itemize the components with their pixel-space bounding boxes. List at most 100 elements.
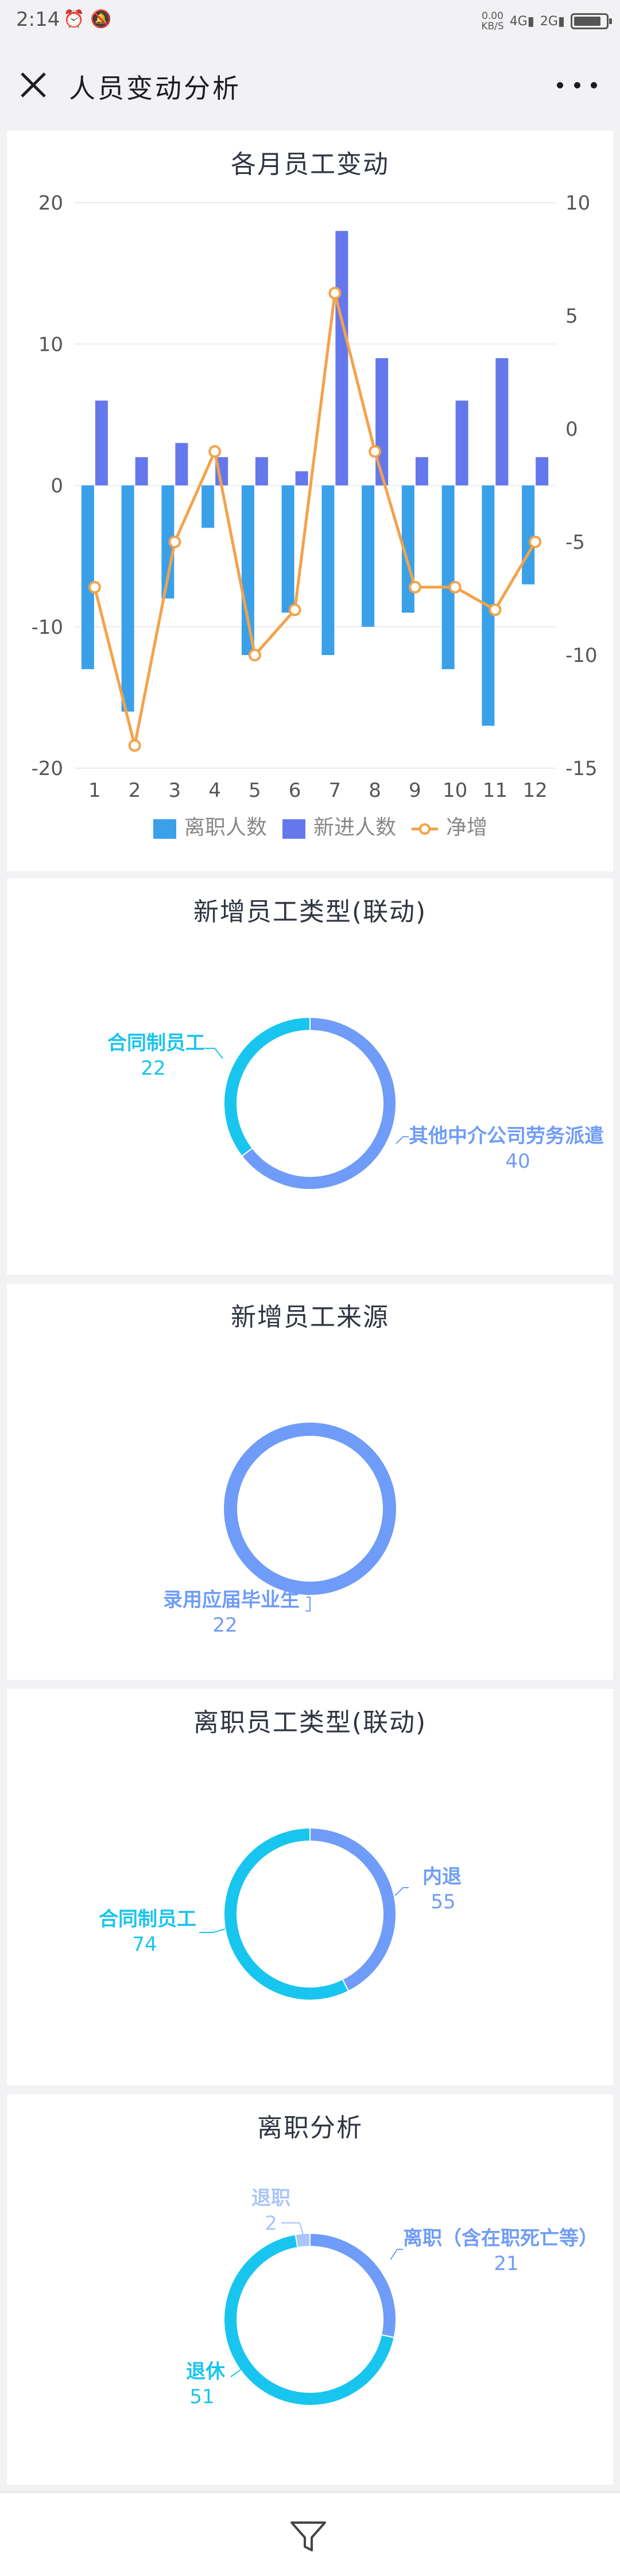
donut-slice [294, 2232, 311, 2248]
legend-label: 新进人数 [313, 816, 396, 839]
legend-label: 净增 [446, 816, 487, 839]
new-source-donut: 录用应届毕业生22 [163, 1423, 396, 1637]
bar-leave [241, 485, 254, 655]
legend-label: 离职人数 [184, 816, 267, 839]
x-tick-label: 11 [483, 779, 507, 802]
x-tick-label: 10 [443, 779, 467, 802]
net-point [168, 536, 181, 548]
net-point [369, 445, 382, 458]
donut-slice [309, 2232, 397, 2338]
net-point [128, 739, 141, 752]
net-point [529, 536, 542, 548]
y-right-tick-label: -15 [565, 757, 598, 780]
close-icon[interactable] [15, 67, 52, 103]
x-tick-label: 4 [208, 779, 221, 802]
net-point [448, 580, 462, 594]
slice-label: 退职 [251, 2187, 290, 2210]
battery-icon [571, 13, 612, 29]
bar-leave [121, 485, 134, 712]
monthly-bar-chart: 20100-10-201050-5-10-151 2 3 4 5 6 7 8 9 10 11 12离职… [31, 192, 598, 839]
new-source-card: 新增员工来源 录用应届毕业生 22 [7, 1284, 613, 1680]
filter-icon[interactable] [288, 2518, 328, 2555]
label-leader [390, 2249, 403, 2260]
bar-new [255, 457, 268, 486]
net-point [408, 580, 421, 594]
donut-slice [224, 1423, 396, 1595]
net-speed: 0.00 KB/S [481, 11, 503, 32]
slice-value: 55 [431, 1891, 455, 1913]
new-type-card: 新增员工类型(联动) 其他中介公司劳务派遣 40 合同制员工 22 [7, 878, 613, 1275]
status-bar: 2:14 ⏰🔕 0.00 KB/S 4G▮ 2G▮ [0, 0, 620, 45]
signal-icon-2: 2G▮ [540, 14, 565, 29]
net-point [208, 445, 222, 458]
title-bar: 人员变动分析 [0, 45, 620, 125]
y-left-tick-label: 0 [51, 475, 63, 498]
bar-leave [321, 485, 335, 655]
alarm-icon: ⏰ [63, 9, 91, 29]
y-right-tick-label: -10 [565, 644, 598, 667]
bar-new [175, 443, 188, 486]
label-leader [281, 2222, 304, 2235]
leave-analysis-card: 离职分析 离职（含在职死亡等） 21 退休 51 退职 2 [7, 2094, 613, 2485]
page-title: 人员变动分析 [69, 73, 241, 104]
leave-analysis-donut: 离职（含在职死亡等）21 退休51 退职2 [186, 2187, 598, 2408]
bar-new [455, 400, 468, 486]
bar-leave [362, 485, 375, 627]
y-left-tick-label: 10 [38, 333, 63, 356]
signal-icon-1: 4G▮ [509, 14, 534, 29]
bar-leave [441, 485, 455, 669]
slice-label: 录用应届毕业生 [163, 1589, 300, 1612]
signal-2-label: 2G [540, 14, 558, 29]
net-line [93, 292, 537, 746]
donut-slice [309, 1827, 397, 1992]
y-left-tick-label: -20 [31, 757, 63, 780]
bar-new [415, 457, 428, 486]
bar-leave [81, 485, 94, 669]
label-leader [305, 1597, 311, 1612]
slice-value: 22 [212, 1614, 237, 1637]
slice-label: 合同制员工 [107, 1032, 205, 1055]
y-left-tick-label: -10 [31, 616, 63, 639]
x-tick-label: 8 [369, 779, 381, 802]
x-tick-label: 7 [329, 779, 342, 802]
label-leader [205, 1048, 223, 1059]
slice-value: 74 [132, 1933, 157, 1956]
y-right-tick-label: 0 [565, 418, 578, 441]
bar-leave [202, 485, 215, 528]
label-leader [396, 1136, 409, 1144]
net-point [248, 649, 261, 661]
slice-label: 离职（含在职死亡等） [403, 2227, 598, 2250]
slice-label: 内退 [423, 1865, 462, 1888]
bar-leave [522, 485, 535, 584]
signal-1-label: 4G [509, 14, 528, 29]
net-point [88, 580, 101, 594]
x-tick-label: 6 [289, 779, 301, 802]
net-point [288, 603, 301, 617]
more-options-icon[interactable] [557, 72, 597, 98]
monthly-change-card: 各月员工变动 20 10 0 -10 -20 10 5 0 -5 -10 -15 1 2 3 4 5 6 7 8 9 1… [7, 131, 613, 871]
donut-slice [223, 1016, 311, 1157]
new-type-donut: 其他中介公司劳务派遣40 合同制员工22 [107, 1016, 604, 1190]
x-tick-label: 12 [522, 779, 547, 802]
slice-value: 51 [189, 2385, 214, 2408]
x-tick-label: 9 [409, 779, 421, 802]
donut-slice [223, 1827, 350, 2001]
slice-value: 40 [505, 1150, 530, 1173]
x-tick-label: 5 [249, 779, 261, 802]
bar-new [135, 457, 148, 486]
legend-swatch [153, 819, 176, 839]
x-tick-label: 3 [169, 779, 181, 802]
slice-label: 其他中介公司劳务派遣 [409, 1125, 604, 1148]
y-right-tick-label: 5 [565, 305, 578, 328]
bar-new [495, 358, 509, 486]
leave-type-donut: 内退 55 合同制员工74 [99, 1827, 462, 2001]
net-point [328, 286, 342, 300]
bar-new [95, 400, 108, 486]
mute-icon: 🔕 [90, 9, 118, 29]
slice-value: 22 [141, 1057, 165, 1080]
x-tick-label: 2 [129, 779, 141, 802]
legend-swatch [282, 819, 305, 839]
status-notification-icons: ⏰🔕 [63, 9, 118, 29]
slice-value: 21 [494, 2252, 518, 2275]
status-right-group: 0.00 KB/S 4G▮ 2G▮ [481, 7, 612, 36]
